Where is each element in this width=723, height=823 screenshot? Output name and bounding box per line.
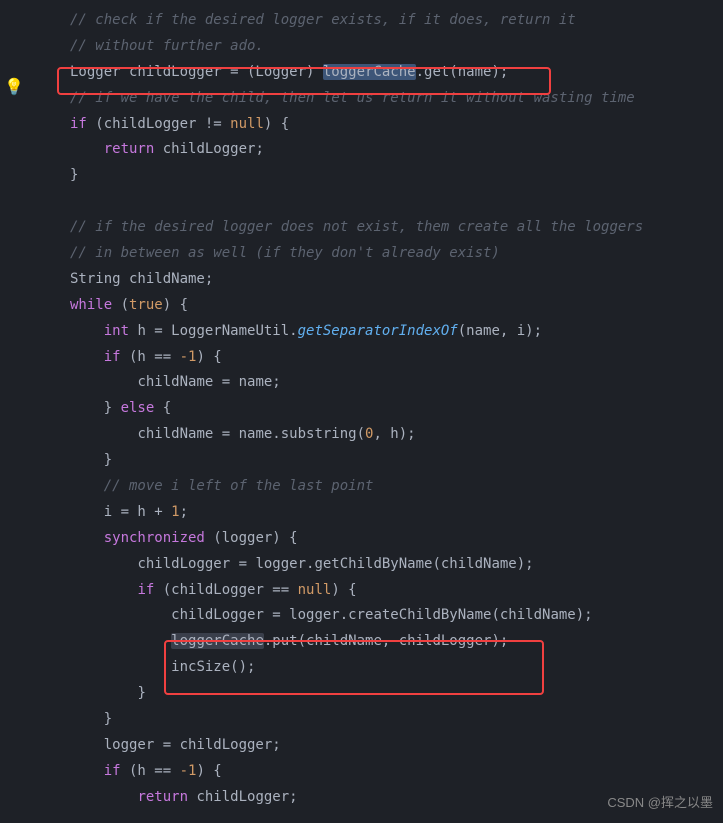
code-line: // check if the desired logger exists, i… xyxy=(30,8,723,34)
code-line: childLogger = logger.getChildByName(chil… xyxy=(30,552,723,578)
code-line: } xyxy=(30,448,723,474)
code-line: // in between as well (if they don't alr… xyxy=(30,241,723,267)
code-line: } else { xyxy=(30,396,723,422)
null-literal: null xyxy=(298,582,332,598)
code-line: loggerCache.put(childName, childLogger); xyxy=(30,629,723,655)
code-text: (name, i); xyxy=(458,323,542,339)
keyword: return xyxy=(137,789,188,805)
code-line: childName = name; xyxy=(30,370,723,396)
code-line: int h = LoggerNameUtil.getSeparatorIndex… xyxy=(30,319,723,345)
number-literal: 1 xyxy=(171,504,179,520)
code-line: // without further ado. xyxy=(30,34,723,60)
brace: { xyxy=(154,400,171,416)
code-text: logger = childLogger; xyxy=(104,737,281,753)
code-line: } xyxy=(30,707,723,733)
method-call: getSeparatorIndexOf xyxy=(298,323,458,339)
code-text: ) { xyxy=(163,297,188,313)
keyword: synchronized xyxy=(104,530,205,546)
code-text: h = LoggerNameUtil. xyxy=(129,323,298,339)
comment-text: // check if the desired logger exists, i… xyxy=(70,12,576,28)
comment-text: // if the desired logger does not exist,… xyxy=(70,219,643,235)
null-literal: null xyxy=(230,116,264,132)
code-text: .put(childName, childLogger); xyxy=(264,633,508,649)
code-line: i = h + 1; xyxy=(30,500,723,526)
code-text: (h == xyxy=(121,763,180,779)
code-line: String childName; xyxy=(30,267,723,293)
code-text: childName = name.substring( xyxy=(137,426,365,442)
keyword: while xyxy=(70,297,112,313)
brace: } xyxy=(70,167,78,183)
code-text: ) { xyxy=(196,763,221,779)
code-text: childLogger; xyxy=(154,141,264,157)
code-text: childName = name; xyxy=(137,374,280,390)
code-line: if (childLogger != null) { xyxy=(30,112,723,138)
keyword: if xyxy=(70,116,87,132)
comment-text: // in between as well (if they don't alr… xyxy=(70,245,500,261)
code-text: incSize(); xyxy=(171,659,255,675)
brace: } xyxy=(104,452,112,468)
comment-text: // if we have the child, then let us ret… xyxy=(70,90,635,106)
code-text: ; xyxy=(180,504,188,520)
code-text: ) { xyxy=(264,116,289,132)
code-text: Logger childLogger = (Logger) xyxy=(70,64,323,80)
code-line xyxy=(30,189,723,215)
code-line: childName = name.substring(0, h); xyxy=(30,422,723,448)
comment-text: // without further ado. xyxy=(70,38,264,54)
code-line: childLogger = logger.createChildByName(c… xyxy=(30,603,723,629)
code-line: // if we have the child, then let us ret… xyxy=(30,86,723,112)
occurrence-highlight: loggerCache xyxy=(171,633,264,649)
code-line: return childLogger; xyxy=(30,137,723,163)
keyword: else xyxy=(121,400,155,416)
code-text: childLogger = logger.getChildByName(chil… xyxy=(137,556,533,572)
paren: ( xyxy=(112,297,129,313)
code-line: } xyxy=(30,163,723,189)
code-line: if (h == -1) { xyxy=(30,345,723,371)
code-text: childLogger; xyxy=(188,789,298,805)
code-line: incSize(); xyxy=(30,655,723,681)
keyword: if xyxy=(104,349,121,365)
code-text: String childName; xyxy=(70,271,213,287)
code-text: (logger) { xyxy=(205,530,298,546)
code-line: Logger childLogger = (Logger) loggerCach… xyxy=(30,60,723,86)
code-line: logger = childLogger; xyxy=(30,733,723,759)
brace: } xyxy=(104,400,121,416)
code-line: while (true) { xyxy=(30,293,723,319)
comment-text: // move i left of the last point xyxy=(104,478,374,494)
code-text: (h == xyxy=(121,349,180,365)
selected-text: loggerCache xyxy=(323,64,416,80)
code-line: } xyxy=(30,681,723,707)
number-literal: -1 xyxy=(180,349,197,365)
brace: } xyxy=(137,685,145,701)
keyword: int xyxy=(104,323,129,339)
code-text: (childLogger == xyxy=(154,582,297,598)
brace: } xyxy=(104,711,112,727)
code-line: if (h == -1) { xyxy=(30,759,723,785)
number-literal: -1 xyxy=(180,763,197,779)
code-text: .get(name); xyxy=(416,64,509,80)
code-line: if (childLogger == null) { xyxy=(30,578,723,604)
keyword: return xyxy=(104,141,155,157)
code-line: // move i left of the last point xyxy=(30,474,723,500)
code-text: childLogger = logger.createChildByName(c… xyxy=(171,607,592,623)
code-text: ) { xyxy=(196,349,221,365)
code-text: ) { xyxy=(331,582,356,598)
code-editor[interactable]: // check if the desired logger exists, i… xyxy=(0,0,723,811)
code-text: i = h + xyxy=(104,504,171,520)
watermark-text: CSDN @挥之以墨 xyxy=(607,791,713,815)
code-line: synchronized (logger) { xyxy=(30,526,723,552)
code-text: , h); xyxy=(373,426,415,442)
keyword: if xyxy=(104,763,121,779)
bool-literal: true xyxy=(129,297,163,313)
keyword: if xyxy=(137,582,154,598)
code-line: // if the desired logger does not exist,… xyxy=(30,215,723,241)
code-text: (childLogger != xyxy=(87,116,230,132)
